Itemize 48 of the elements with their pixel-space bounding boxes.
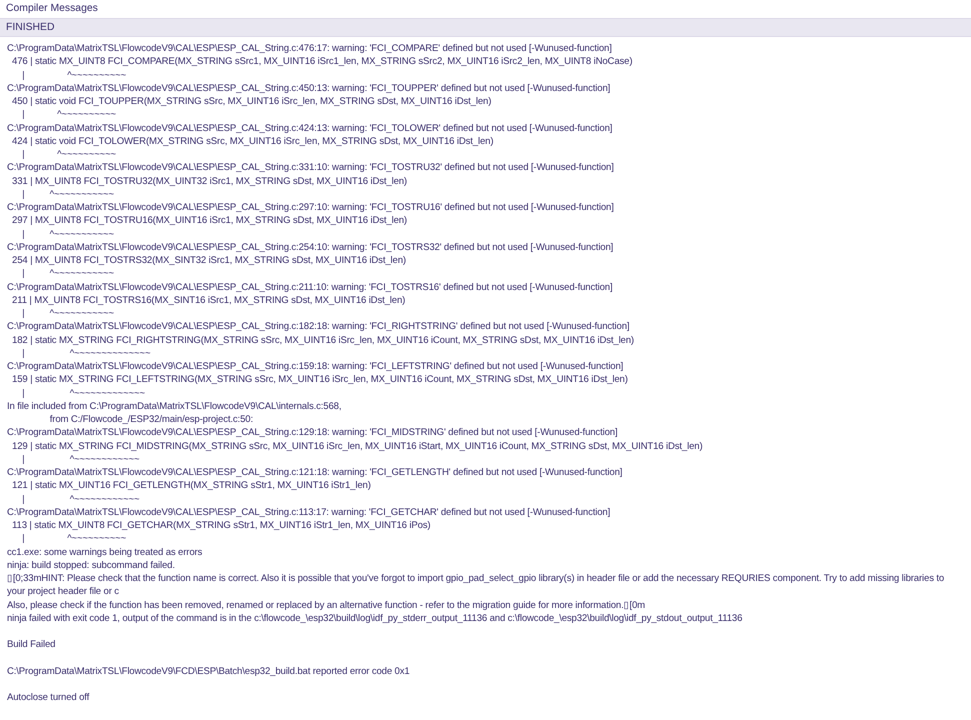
log-line: ninja: build stopped: subcommand failed. bbox=[7, 558, 175, 572]
log-line: C:\ProgramData\MatrixTSL\FlowcodeV9\FCD\ESP\Batch\esp32_build.bat reported error code 0x1 bbox=[7, 664, 410, 678]
log-line: ninja failed with exit code 1, output of the command is in the c:\flowcode_\esp32\build\log\idf_py_stderr_output_11136 and c:\flowcode_\esp32\build\log\idf_py_stdout_output_11136 bbox=[7, 612, 742, 625]
log-line: 113 | static MX_UINT8 FCI_GETCHAR(MX_STRING sStr1, MX_UINT16 iStr1_len, MX_UINT16 iPos) bbox=[11, 519, 430, 532]
log-line: | ^~~~~~~~~~~~ bbox=[21, 228, 114, 241]
log-line: 476 | static MX_UINT8 FCI_COMPARE(MX_STRING sSrc1, MX_UINT16 iSrc1_len, MX_STRING sSrc2, MX_UINT16 iSrc2_len, MX_UINT8 iNoCase) bbox=[11, 55, 632, 68]
log-line: cc1.exe: some warnings being treated as errors bbox=[7, 546, 202, 559]
log-line: C:\ProgramData\MatrixTSL\FlowcodeV9\CAL\ESP\ESP_CAL_String.c:254:10: warning: 'FCI_TOSTRS32' defined but not used [-Wunused-function] bbox=[7, 240, 614, 254]
log-line: | ^~~~~~~~~~~~~~ bbox=[21, 386, 145, 400]
panel-title: Compiler Messages bbox=[5, 2, 99, 16]
log-line: C:\ProgramData\MatrixTSL\FlowcodeV9\CAL\ESP\ESP_CAL_String.c:182:18: warning: 'FCI_RIGHTSTRING' defined but not used [-Wunused-function] bbox=[7, 320, 630, 334]
log-line: C:\ProgramData\MatrixTSL\FlowcodeV9\CAL\ESP\ESP_CAL_String.c:424:13: warning: 'FCI_TOLOWER' defined but not used [-Wunused-function] bbox=[7, 122, 612, 135]
log-line: | ^~~~~~~~~~~ bbox=[21, 108, 116, 122]
log-line: C:\ProgramData\MatrixTSL\FlowcodeV9\CAL\ESP\ESP_CAL_String.c:129:18: warning: 'FCI_MIDSTRING' defined but not used [-Wunused-function] bbox=[7, 426, 618, 440]
log-line: | ^~~~~~~~~~~~ bbox=[21, 307, 114, 320]
log-line: 129 | static MX_STRING FCI_MIDSTRING(MX_STRING sSrc, MX_UINT16 iSrc_len, MX_UINT16 iStart, MX_UINT16 iCount, MX_STRING sDst, MX_UINT16 iDst_len) bbox=[11, 440, 702, 453]
log-line: 331 | MX_UINT8 FCI_TOSTRU32(MX_UINT32 iSrc1, MX_STRING sDst, MX_UINT16 iDst_len) bbox=[11, 174, 407, 188]
log-line: In file included from C:\ProgramData\MatrixTSL\FlowcodeV9\CAL\internals.c:568, bbox=[7, 400, 342, 413]
log-line: | ^~~~~~~~~~~ bbox=[21, 148, 116, 162]
log-line: Also, please check if the function has been removed, renamed or replaced by an alternative function - refer to the migration guide for more information.▯[0m bbox=[7, 598, 645, 612]
log-line: | ^~~~~~~~~~~ bbox=[21, 68, 126, 82]
log-line: | ^~~~~~~~~~~~ bbox=[21, 267, 114, 280]
log-line: C:\ProgramData\MatrixTSL\FlowcodeV9\CAL\ESP\ESP_CAL_String.c:297:10: warning: 'FCI_TOSTRU16' defined but not used [-Wunused-function] bbox=[7, 201, 614, 214]
log-line: 297 | MX_UINT8 FCI_TOSTRU16(MX_UINT16 iSrc1, MX_STRING sDst, MX_UINT16 iDst_len) bbox=[11, 214, 407, 228]
log-line: 182 | static MX_STRING FCI_RIGHTSTRING(MX_STRING sSrc, MX_UINT16 iSrc_len, MX_UINT16 iCount, MX_STRING sDst, MX_UINT16 iDst_len) bbox=[11, 334, 634, 347]
log-line: Build Failed bbox=[7, 638, 56, 652]
log-line: 254 | MX_UINT8 FCI_TOSTRS32(MX_SINT32 iSrc1, MX_STRING sDst, MX_UINT16 iDst_len) bbox=[11, 254, 406, 268]
log-line: 121 | static MX_UINT16 FCI_GETLENGTH(MX_STRING sStr1, MX_UINT16 iStr1_len) bbox=[11, 479, 371, 492]
log-line: | ^~~~~~~~~~~~~ bbox=[21, 452, 140, 466]
log-line: | ^~~~~~~~~~~ bbox=[21, 532, 126, 546]
log-line: C:\ProgramData\MatrixTSL\FlowcodeV9\CAL\ESP\ESP_CAL_String.c:331:10: warning: 'FCI_TOSTRU32' defined but not used [-Wunused-function] bbox=[7, 161, 614, 174]
log-line: from C:/Flowcode_/ESP32/main/esp-project.c:50: bbox=[48, 413, 253, 426]
log-line: Autoclose turned off bbox=[7, 691, 90, 704]
log-line: | ^~~~~~~~~~~~ bbox=[21, 188, 114, 201]
log-line: | ^~~~~~~~~~~~~ bbox=[21, 492, 140, 506]
log-line: C:\ProgramData\MatrixTSL\FlowcodeV9\CAL\ESP\ESP_CAL_String.c:450:13: warning: 'FCI_TOUPPER' defined but not used [-Wunused-function] bbox=[7, 82, 610, 95]
log-line: C:\ProgramData\MatrixTSL\FlowcodeV9\CAL\ESP\ESP_CAL_String.c:476:17: warning: 'FCI_COMPARE' defined but not used [-Wunused-function] bbox=[7, 42, 612, 56]
log-line: C:\ProgramData\MatrixTSL\FlowcodeV9\CAL\ESP\ESP_CAL_String.c:121:18: warning: 'FCI_GETLENGTH' defined but not used [-Wunused-function] bbox=[7, 466, 622, 480]
log-line: ▯[0;33mHINT: Please check that the function name is correct. Also it is possible that you've forgot to import gpio_pad_select_gpio library(s) in header file or add the necessary REQURIES component. Try to add missing libraries to your project header file or c bbox=[7, 572, 946, 598]
log-line: 450 | static void FCI_TOUPPER(MX_STRING sSrc, MX_UINT16 iSrc_len, MX_STRING sDst, MX_UINT16 iDst_len) bbox=[11, 95, 492, 108]
log-line: 424 | static void FCI_TOLOWER(MX_STRING sSrc, MX_UINT16 iSrc_len, MX_STRING sDst, MX_UINT16 iDst_len) bbox=[11, 134, 494, 148]
log-line: C:\ProgramData\MatrixTSL\FlowcodeV9\CAL\ESP\ESP_CAL_String.c:113:17: warning: 'FCI_GETCHAR' defined but not used [-Wunused-function] bbox=[7, 506, 610, 519]
log-line: C:\ProgramData\MatrixTSL\FlowcodeV9\CAL\ESP\ESP_CAL_String.c:211:10: warning: 'FCI_TOSTRS16' defined but not used [-Wunused-function] bbox=[7, 280, 612, 294]
log-line: 211 | MX_UINT8 FCI_TOSTRS16(MX_SINT16 iSrc1, MX_STRING sDst, MX_UINT16 iDst_len) bbox=[11, 294, 406, 307]
log-line: 159 | static MX_STRING FCI_LEFTSTRING(MX_STRING sSrc, MX_UINT16 iSrc_len, MX_UINT16 iCount, MX_STRING sDst, MX_UINT16 iDst_len) bbox=[11, 373, 628, 386]
status-bar: FINISHED bbox=[0, 18, 971, 37]
log-line: C:\ProgramData\MatrixTSL\FlowcodeV9\CAL\ESP\ESP_CAL_String.c:159:18: warning: 'FCI_LEFTSTRING' defined but not used [-Wunused-function] bbox=[7, 360, 624, 374]
log-line: | ^~~~~~~~~~~~~~~ bbox=[21, 346, 150, 360]
